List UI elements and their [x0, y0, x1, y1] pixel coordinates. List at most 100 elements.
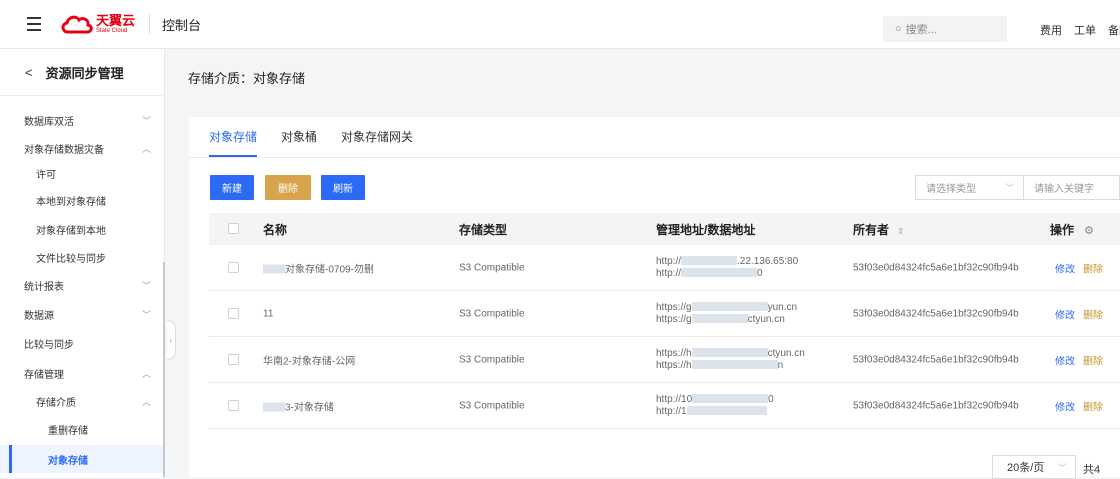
sidebar: < 资源同步管理 数据库双活 ﹀ 对象存储数据灾备 ︿ 许可 本地到对象存储 对… — [0, 49, 165, 477]
keyword-placeholder: 请输入关键字 — [1034, 184, 1094, 195]
data-address: https://g — [656, 313, 692, 325]
type-select-placeholder: 请选择类型 — [926, 184, 976, 195]
sidebar-item-storage-mgmt[interactable]: 存储管理 ︿ — [0, 359, 165, 387]
row-actions: 修改 删除 — [1055, 352, 1103, 367]
delete-link[interactable]: 删除 — [1083, 310, 1103, 321]
sidebar-item-label: 本地到对象存储 — [36, 196, 106, 208]
page-title: 存储介质：对象存储 — [188, 71, 306, 86]
tab-bar: 对象存储 对象桶 对象存储网关 — [209, 117, 413, 157]
table-row: 对象存储-0709-勿删 S3 Compatible http:// .22.13… — [209, 245, 1120, 291]
sidebar-item-storage-media[interactable]: 存储介质 ︿ — [0, 387, 165, 415]
sidebar-item-file-compare[interactable]: 文件比较与同步 — [0, 243, 165, 271]
tabs-divider — [189, 157, 1120, 158]
chevron-up-icon: ︿ — [141, 396, 151, 407]
redaction — [263, 402, 285, 412]
sidebar-item-db-active[interactable]: 数据库双活 ﹀ — [0, 106, 165, 134]
row-actions: 修改 删除 — [1055, 260, 1103, 275]
row-name: 11 — [263, 308, 274, 319]
redaction — [686, 406, 767, 416]
sidebar-item-object-storage[interactable]: 对象存储 — [0, 445, 165, 473]
edit-link[interactable]: 修改 — [1055, 310, 1075, 321]
keyword-input[interactable]: 请输入关键字 — [1024, 175, 1120, 200]
chevron-down-icon: ﹀ — [1004, 183, 1014, 193]
filing-link[interactable]: 备案 — [1108, 22, 1120, 38]
chevron-down-icon: ﹀ — [141, 115, 151, 126]
redaction — [691, 302, 768, 312]
sidebar-item-dedup-storage[interactable]: 重删存储 — [0, 415, 165, 443]
row-address: http://10 0 http://1 — [656, 394, 774, 418]
sidebar-item-label: 许可 — [36, 169, 56, 181]
row-checkbox[interactable] — [228, 400, 239, 411]
tab-bucket[interactable]: 对象桶 — [281, 117, 317, 157]
type-select[interactable]: 请选择类型 ﹀ — [915, 175, 1024, 200]
sidebar-item-license[interactable]: 许可 — [0, 159, 165, 187]
row-checkbox[interactable] — [228, 308, 239, 319]
row-checkbox[interactable] — [228, 262, 239, 273]
sidebar-item-label: 存储管理 — [24, 369, 64, 381]
row-address: https://h ctyun.cn https://h n — [656, 348, 805, 372]
data-address-tail: ctyun.cn — [747, 313, 785, 325]
redaction — [263, 264, 285, 274]
mgmt-address: http://10 — [656, 393, 693, 405]
data-address: https://h — [656, 359, 692, 371]
row-type: S3 Compatible — [459, 400, 525, 411]
row-checkbox[interactable] — [228, 354, 239, 365]
back-icon[interactable]: < — [25, 65, 33, 80]
refresh-button[interactable]: 刷新 — [321, 175, 365, 200]
cloud-logo-icon — [61, 15, 93, 34]
edit-link[interactable]: 修改 — [1055, 356, 1075, 367]
col-owner-label: 所有者 — [853, 222, 890, 237]
sidebar-item-label: 对象存储到本地 — [36, 225, 106, 237]
sidebar-item-label: 对象存储数据灾备 — [24, 144, 104, 156]
tab-gateway[interactable]: 对象存储网关 — [341, 117, 413, 157]
row-address: https://g yun.cn https://g ctyun.cn — [656, 302, 797, 326]
redaction — [692, 394, 769, 404]
delete-link[interactable]: 删除 — [1083, 402, 1103, 413]
pagination-total: 共4 — [1083, 464, 1101, 476]
delete-button[interactable]: 删除 — [265, 175, 311, 200]
chevron-up-icon: ︿ — [141, 143, 151, 154]
table-header: 名称 存储类型 管理地址/数据地址 所有者 ⇕ 操作 ⚙ — [209, 213, 1120, 245]
menu-icon[interactable] — [27, 17, 45, 31]
table-row: 11 S3 Compatible https://g yun.cn https:/… — [209, 291, 1120, 337]
sidebar-item-object-dr[interactable]: 对象存储数据灾备 ︿ — [0, 134, 165, 162]
delete-link[interactable]: 删除 — [1083, 356, 1103, 367]
sidebar-item-datasource[interactable]: 数据源 ﹀ — [0, 300, 165, 328]
row-name-text: 对象存储-0709-勿删 — [285, 264, 374, 275]
console-title[interactable]: 控制台 — [162, 15, 201, 34]
tab-object-storage[interactable]: 对象存储 — [209, 117, 258, 157]
row-address: http:// .22.136.65:80 http:// 0 — [656, 256, 798, 280]
fees-link[interactable]: 费用 — [1040, 22, 1062, 38]
row-owner: 53f03e0d84324fc5a6e1bf32c90fb94b — [853, 262, 1019, 273]
sidebar-item-compare-sync[interactable]: 比较与同步 — [0, 329, 165, 357]
sidebar-item-stats[interactable]: 统计报表 ﹀ — [0, 271, 165, 299]
edit-link[interactable]: 修改 — [1055, 264, 1075, 275]
sort-icon[interactable]: ⇕ — [897, 226, 905, 236]
sidebar-scrollbar[interactable] — [163, 262, 165, 477]
col-name: 名称 — [263, 222, 288, 237]
delete-link[interactable]: 删除 — [1083, 264, 1103, 275]
row-actions: 修改 删除 — [1055, 306, 1103, 321]
redaction — [691, 348, 768, 358]
chevron-down-icon: ﹀ — [141, 280, 151, 291]
sidebar-item-object-to-local[interactable]: 对象存储到本地 — [0, 215, 165, 243]
mgmt-address-tail: yun.cn — [767, 301, 798, 313]
tickets-link[interactable]: 工单 — [1074, 22, 1096, 38]
sidebar-item-local-to-object[interactable]: 本地到对象存储 — [0, 186, 165, 214]
sidebar-title: 资源同步管理 — [45, 65, 124, 81]
logo-cn-text: 天翼云 — [96, 13, 136, 28]
row-name: 3-对象存储 — [263, 398, 334, 413]
gear-icon[interactable]: ⚙ — [1084, 225, 1094, 237]
logo[interactable]: 天翼云 State Cloud — [59, 13, 135, 35]
mgmt-address: http:// — [656, 255, 682, 267]
mgmt-address-tail: .22.136.65:80 — [737, 255, 799, 267]
col-owner[interactable]: 所有者 ⇕ — [853, 221, 905, 238]
row-owner: 53f03e0d84324fc5a6e1bf32c90fb94b — [853, 308, 1019, 319]
collapse-sidebar-icon[interactable]: ‹ — [167, 320, 176, 360]
page-size-select[interactable]: 20条/页 ﹀ — [992, 455, 1076, 479]
edit-link[interactable]: 修改 — [1055, 402, 1075, 413]
select-all-checkbox[interactable] — [228, 223, 239, 234]
data-address: http://1 — [656, 405, 687, 417]
search-input[interactable]: ○ 搜索... — [883, 16, 1007, 42]
new-button[interactable]: 新建 — [210, 175, 254, 200]
